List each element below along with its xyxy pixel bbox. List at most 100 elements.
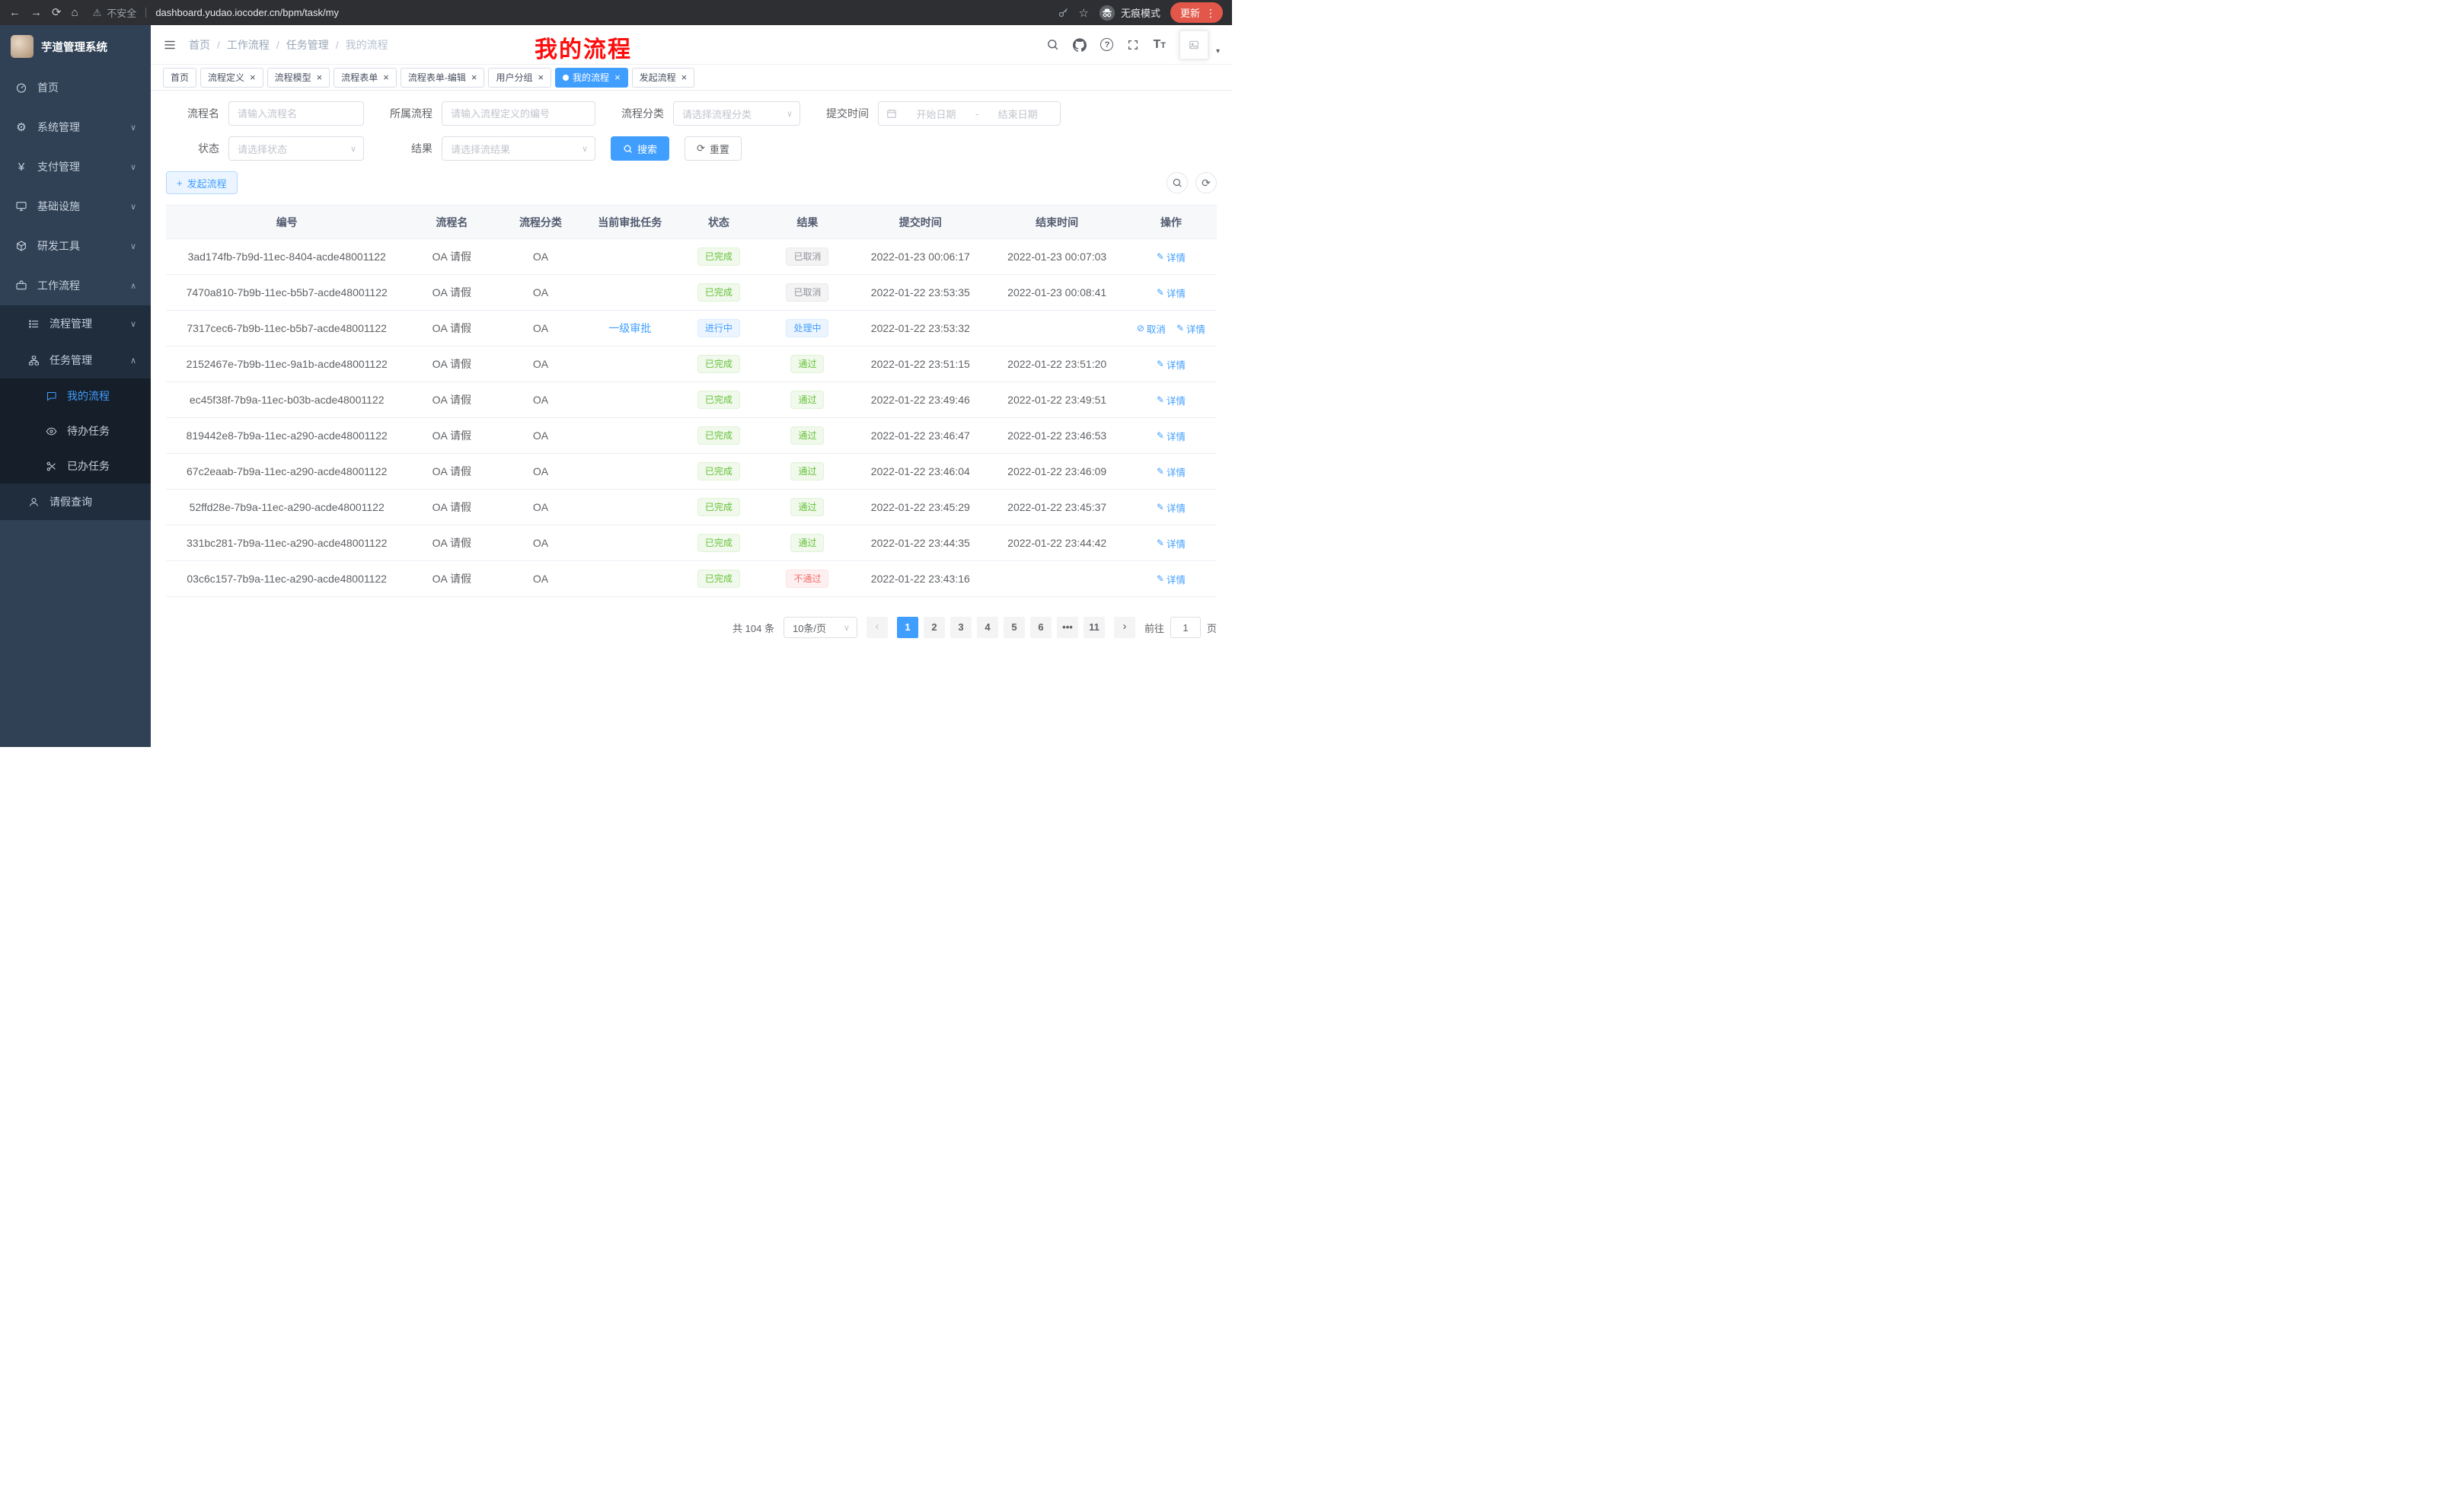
detail-action-button[interactable]: ✎详情 [1157,572,1186,586]
chevron-down-icon: ∨ [787,109,793,119]
detail-action-button[interactable]: ✎详情 [1157,286,1186,300]
detail-action-button[interactable]: ✎详情 [1157,393,1186,407]
home-icon[interactable]: ⌂ [72,7,78,18]
url-text[interactable]: dashboard.yudao.iocoder.cn/bpm/task/my [155,7,339,18]
refresh-table-icon[interactable]: ⟳ [1195,172,1217,193]
breadcrumb-item-current: 我的流程 [346,37,388,53]
status-tag: 已完成 [697,570,740,588]
cell-process-name: OA 请假 [407,561,496,597]
forward-icon[interactable]: → [30,7,42,18]
action-label: 详情 [1186,321,1205,336]
result-select[interactable]: 请选择流结果 ∨ [442,136,595,161]
delete-icon: ⊘ [1137,323,1144,334]
logo[interactable]: 芋道管理系统 [0,25,151,68]
cell-current-task [586,275,675,311]
cancel-action-button[interactable]: ⊘取消 [1137,321,1166,336]
tab[interactable]: 用户分组× [488,68,551,88]
pager-page-button[interactable]: 2 [924,617,945,638]
bookmark-star-icon[interactable]: ☆ [1079,6,1089,20]
detail-action-button[interactable]: ✎详情 [1157,250,1186,264]
cell-result: 已取消 [763,275,852,311]
tab[interactable]: 流程表单-编辑× [401,68,485,88]
pager-page-button[interactable]: 3 [950,617,972,638]
tab-close-icon[interactable]: × [317,72,323,82]
sidebar-item-infrastructure[interactable]: 基础设施 ∨ [0,187,151,226]
tab[interactable]: 我的流程× [555,68,628,88]
reset-button[interactable]: ⟳ 重置 [685,136,742,161]
breadcrumb-item[interactable]: 工作流程 [227,37,270,53]
chevron-down-icon: ∨ [582,144,588,154]
reload-icon[interactable]: ⟳ [52,7,62,18]
tab[interactable]: 流程定义× [200,68,263,88]
sidebar-item-done-tasks[interactable]: 已办任务 [0,449,151,484]
pager-page-button[interactable]: 5 [1004,617,1025,638]
tab[interactable]: 首页 [163,68,196,88]
sidebar-item-todo-tasks[interactable]: 待办任务 [0,413,151,449]
breadcrumb-item[interactable]: 任务管理 [286,37,329,53]
update-button[interactable]: 更新 ⋮ [1170,2,1223,23]
avatar[interactable] [1179,30,1208,59]
tab[interactable]: 流程模型× [267,68,330,88]
tab-close-icon[interactable]: × [250,72,256,82]
sidebar-item-devtools[interactable]: 研发工具 ∨ [0,226,151,266]
sidebar-item-process-management[interactable]: 流程管理 ∨ [0,305,151,342]
url-bar[interactable]: ⚠ 不安全 dashboard.yudao.iocoder.cn/bpm/tas… [93,5,1048,20]
cell-status: 已完成 [675,490,763,525]
cell-category: OA [496,454,585,490]
hamburger-icon[interactable] [163,38,177,52]
edit-icon: ✎ [1157,573,1164,584]
detail-action-button[interactable]: ✎详情 [1157,536,1186,551]
detail-action-button[interactable]: ✎详情 [1157,429,1186,443]
page-size-select[interactable]: 10条/页 ∨ [784,617,857,638]
sidebar-item-my-process[interactable]: 我的流程 [0,378,151,413]
prev-page-button[interactable]: ‹ [867,617,888,638]
pager-page-button[interactable]: 4 [977,617,998,638]
goto-page-input[interactable] [1170,617,1201,638]
process-category-select[interactable]: 请选择流程分类 ∨ [673,101,800,126]
detail-action-button[interactable]: ✎详情 [1157,464,1186,479]
pager-ellipsis[interactable]: ••• [1057,617,1078,638]
sidebar-item-home[interactable]: 首页 [0,68,151,107]
action-label: 详情 [1167,429,1186,443]
show-search-toggle-icon[interactable] [1167,172,1188,193]
pager-page-button[interactable]: 1 [897,617,918,638]
sidebar-item-system[interactable]: ⚙ 系统管理 ∨ [0,107,151,147]
submit-time-range-picker[interactable]: 开始日期 - 结束日期 [878,101,1061,126]
next-page-button[interactable]: › [1114,617,1135,638]
gear-icon: ⚙ [14,120,28,134]
pager-page-button[interactable]: 11 [1084,617,1105,638]
tab-close-icon[interactable]: × [614,72,621,82]
tab-close-icon[interactable]: × [471,72,477,82]
sidebar-item-workflow[interactable]: 工作流程 ∧ [0,266,151,305]
sidebar-item-task-management[interactable]: 任务管理 ∧ [0,342,151,378]
process-name-input[interactable] [228,101,364,126]
tab[interactable]: 发起流程× [632,68,695,88]
detail-action-button[interactable]: ✎详情 [1176,321,1205,336]
help-icon[interactable]: ? [1100,38,1113,51]
detail-action-button[interactable]: ✎详情 [1157,357,1186,372]
search-icon[interactable] [1046,38,1059,51]
back-icon[interactable]: ← [9,7,21,18]
tab-close-icon[interactable]: × [538,72,544,82]
status-select[interactable]: 请选择状态 ∨ [228,136,364,161]
github-icon[interactable] [1073,38,1087,52]
process-definition-input[interactable] [442,101,595,126]
avatar-caret-icon[interactable]: ▾ [1216,47,1220,59]
browser-menu-icon[interactable]: ⋮ [1205,8,1216,18]
sidebar-item-payment[interactable]: ¥ 支付管理 ∨ [0,147,151,187]
sidebar-item-leave-query[interactable]: 请假查询 [0,484,151,520]
cell-current-task [586,346,675,382]
cell-status: 已完成 [675,382,763,418]
breadcrumb-item[interactable]: 首页 [189,37,210,53]
tab[interactable]: 流程表单× [334,68,397,88]
start-process-button[interactable]: + 发起流程 [166,171,238,194]
detail-action-button[interactable]: ✎详情 [1157,500,1186,515]
pager-page-button[interactable]: 6 [1030,617,1052,638]
tab-close-icon[interactable]: × [681,72,688,82]
key-icon[interactable] [1058,7,1069,18]
tab-close-icon[interactable]: × [383,72,389,82]
fullscreen-icon[interactable] [1127,39,1139,51]
current-task-link[interactable]: 一级审批 [608,322,651,334]
font-size-icon[interactable]: TT [1153,38,1166,52]
search-button[interactable]: 搜索 [611,136,669,161]
